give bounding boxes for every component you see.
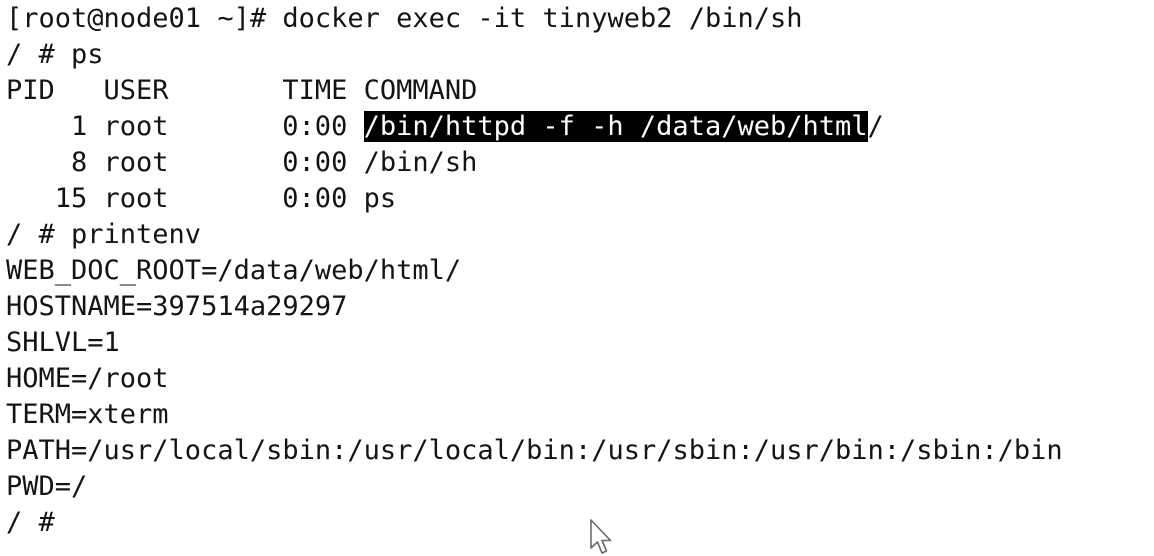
ps-command: / <box>867 111 884 142</box>
ps-pid: 15 <box>54 183 88 214</box>
env-line-hostname: HOSTNAME=397514a29297 <box>6 291 348 322</box>
printenv-command-line: / # printenv <box>6 219 202 250</box>
ps-pid: 8 <box>71 147 88 178</box>
env-line-shlvl: SHLVL=1 <box>6 327 120 358</box>
env-line-home: HOME=/root <box>6 363 169 394</box>
ps-time: 0:00 <box>282 111 348 142</box>
env-line-term: TERM=xterm <box>6 399 169 430</box>
shell-prompt[interactable]: / # <box>6 505 1154 541</box>
ps-process-row: 8 root 0:00/bin/sh <box>6 145 1154 181</box>
ps-header-command: COMMAND <box>363 75 478 106</box>
ps-time: 0:00 <box>282 147 348 178</box>
ps-header-user: USER <box>103 75 169 106</box>
env-line-path: PATH=/usr/local/sbin:/usr/local/bin:/usr… <box>6 435 1063 466</box>
ps-header-pid: PID <box>6 75 55 106</box>
ps-process-row: 1 root 0:00/bin/httpd -f -h /data/web/html… <box>6 109 1154 145</box>
selected-text[interactable]: /bin/httpd -f -h /data/web/html <box>363 111 868 142</box>
env-line-pwd: PWD=/ <box>6 471 88 502</box>
ps-command-line: / # ps <box>6 39 104 70</box>
ps-user: root <box>103 183 169 214</box>
ps-header-time: TIME <box>282 75 348 106</box>
ps-pid: 1 <box>71 111 88 142</box>
ps-header-row: PID USER TIME COMMAND <box>6 73 1154 109</box>
arrow-pointer-icon <box>590 519 612 554</box>
terminal-window[interactable]: [root@node01 ~]# docker exec -it tinyweb… <box>0 0 1154 556</box>
ps-command: ps <box>363 183 397 214</box>
ps-command: /bin/sh <box>363 147 478 178</box>
docker-exec-command-line: [root@node01 ~]# docker exec -it tinyweb… <box>6 3 803 34</box>
ps-process-row: 15 root 0:00 ps <box>6 181 1154 217</box>
ps-user: root <box>103 111 169 142</box>
env-line-web-doc-root: WEB_DOC_ROOT=/data/web/html/ <box>6 255 462 286</box>
ps-time: 0:00 <box>282 183 348 214</box>
ps-user: root <box>103 147 169 178</box>
